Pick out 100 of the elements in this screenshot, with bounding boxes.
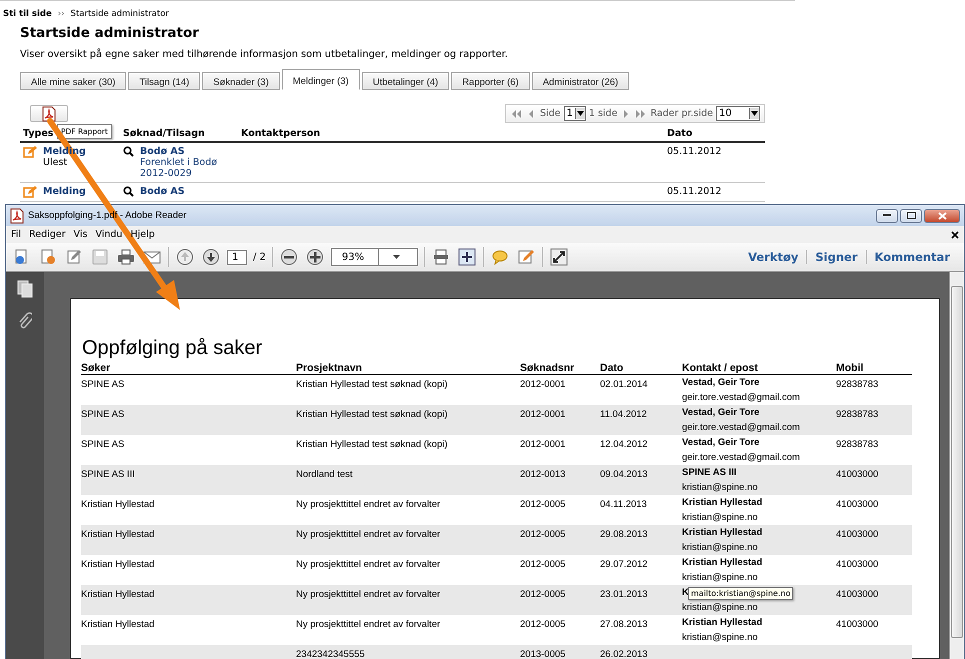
email-link[interactable]: kristian@spine.no	[682, 572, 836, 583]
project-cell-text: Ny prosjekttittel endret av forvalter	[296, 558, 442, 572]
date-cell-text: 11.04.2012	[600, 408, 648, 422]
applicant-cell-text: Kristian Hyllestad	[81, 618, 156, 632]
document-title: Oppfølging på saker	[82, 337, 264, 360]
tab[interactable]: Tilsagn (14)	[128, 72, 200, 90]
menu-item[interactable]: Rediger	[29, 229, 66, 240]
toolbar-action[interactable]: Kommentar	[866, 250, 958, 264]
applicant-cell-text: SPINE AS	[81, 438, 126, 452]
mobile-cell-text: 92838783	[836, 438, 880, 452]
date-cell-text: 02.01.2014	[600, 378, 649, 392]
page-count: 1 side	[588, 108, 618, 119]
zoom-select[interactable]: 93%	[330, 248, 418, 266]
mobile-cell-text: 41003000	[836, 468, 880, 482]
page-number-field[interactable]: 1	[227, 250, 247, 264]
page-label: Side	[540, 108, 561, 119]
project-cell-text: Ny prosjekttittel endret av forvalter	[296, 588, 442, 602]
column-header: Kontaktperson	[238, 127, 664, 142]
mobile-cell-text: 41003000	[836, 528, 880, 542]
page-description: Viser oversikt på egne saker med tilhørende informasjon som utbetalinger, meldinger og rapporter.	[20, 49, 509, 61]
contact-name: Kristian Hyllestad	[682, 617, 762, 628]
case-number-cell-text: 2012-0005	[520, 558, 566, 572]
date-cell-text: 04.11.2013	[600, 498, 648, 512]
case-number-cell-text: 2012-0001	[520, 378, 566, 392]
project-cell-text: Ny prosjekttittel endret av forvalter	[296, 498, 442, 512]
email-link[interactable]: geir.tore.vestad@gmail.com	[682, 452, 836, 463]
case-number-cell-text: 2012-0005	[520, 588, 566, 602]
toolbar-action[interactable]: Verktøy	[740, 250, 806, 264]
contact-name: SPINE AS III	[682, 467, 737, 478]
contact-name: Kristian Hyllestad	[682, 497, 762, 508]
project-cell-text: Nordland test	[296, 468, 354, 482]
applicant-link[interactable]: Bodø AS	[140, 186, 185, 197]
tab[interactable]: Søknader (3)	[202, 72, 280, 90]
contact-name: Vestad, Geir Tore	[682, 437, 760, 448]
contact-name: Vestad, Geir Tore	[682, 377, 760, 388]
menu-item[interactable]: Vis	[74, 229, 88, 240]
breadcrumb-separator: ››	[58, 9, 65, 19]
column-header: Dato	[600, 362, 624, 374]
column-header: Dato	[664, 127, 765, 142]
contact-name: K	[682, 587, 689, 598]
email-link[interactable]: geir.tore.vestad@gmail.com	[682, 422, 836, 433]
mobile-cell-text: 92838783	[836, 378, 880, 392]
case-number-cell-text: 2012-0005	[520, 618, 566, 632]
date-cell: 05.11.2012	[664, 142, 765, 182]
case-number-cell-text: 2012-0001	[520, 408, 566, 422]
email-link[interactable]: kristian@spine.no	[682, 542, 836, 553]
rows-per-page-label: Rader pr.side	[650, 108, 713, 119]
mobile-cell-text: 41003000	[836, 558, 880, 572]
applicant-link[interactable]: Bodø AS	[140, 146, 218, 157]
applicant-cell-text: SPINE AS III	[81, 468, 136, 482]
column-header: Prosjektnavn	[296, 362, 363, 374]
menu-item[interactable]: Vindu	[95, 229, 122, 240]
column-header: Mobil	[836, 362, 864, 374]
applicant-cell-text: Kristian Hyllestad	[81, 558, 156, 572]
date-cell-text: 29.07.2012	[600, 558, 649, 572]
date-cell-text: 23.01.2013	[600, 588, 649, 602]
case-number-cell-text: 2012-0005	[520, 528, 566, 542]
mobile-cell-text: 41003000	[836, 498, 880, 512]
case-number-cell-text: 2012-0013	[520, 468, 566, 482]
date-cell-text: 09.04.2013	[600, 468, 649, 482]
tooltip: mailto:kristian@spine.no	[688, 587, 794, 600]
rows-per-page-select[interactable]: 10	[716, 106, 760, 121]
email-link[interactable]: kristian@spine.no	[682, 632, 836, 643]
date-cell-text: 12.04.2012	[600, 438, 649, 452]
tab[interactable]: Alle mine saker (30)	[20, 72, 126, 90]
project-name: Forenklet i Bodø	[140, 157, 218, 168]
email-link[interactable]: kristian@spine.no	[682, 482, 836, 493]
message-type-link[interactable]: Melding	[43, 186, 86, 197]
project-cell-text: Kristian Hyllestad test søknad (kopi)	[296, 408, 449, 422]
tab[interactable]: Administrator (26)	[532, 72, 630, 90]
case-number: 2012-0029	[140, 168, 193, 179]
case-number-cell-text: 2012-0001	[520, 438, 566, 452]
page-total: / 2	[253, 252, 266, 262]
contact-name: Vestad, Geir Tore	[682, 407, 760, 418]
breadcrumb-current: Startside administrator	[70, 9, 169, 19]
breadcrumb-link[interactable]: Sti til side	[3, 9, 52, 19]
column-header: Søknad/Tilsagn	[120, 127, 238, 142]
column-header: Søker	[81, 362, 112, 374]
project-cell-text: 2342342345555	[296, 648, 366, 659]
tab[interactable]: Meldinger (3)	[282, 69, 360, 90]
contact-name: Kristian Hyllestad	[682, 527, 762, 538]
contact-name: Kristian Hyllestad	[682, 557, 762, 568]
tab[interactable]: Utbetalinger (4)	[362, 72, 450, 90]
email-link[interactable]: geir.tore.vestad@gmail.com	[682, 392, 836, 403]
tab[interactable]: Rapporter (6)	[451, 72, 530, 90]
menu-item[interactable]: Hjelp	[130, 229, 155, 240]
toolbar-action[interactable]: Signer	[806, 250, 866, 264]
applicant-cell-text: Kristian Hyllestad	[81, 588, 156, 602]
column-header: Kontakt / epost	[682, 362, 759, 374]
date-cell-text: 29.08.2013	[600, 528, 649, 542]
applicant-cell-text: SPINE AS	[81, 378, 126, 392]
email-link[interactable]: kristian@spine.no	[682, 602, 836, 613]
date-cell: 05.11.2012	[664, 182, 765, 202]
project-cell-text: Kristian Hyllestad test søknad (kopi)	[296, 438, 449, 452]
case-number-cell-text: 2013-0005	[520, 648, 566, 659]
page-select[interactable]: 1	[564, 106, 586, 121]
mobile-cell-text: 41003000	[836, 588, 880, 602]
column-header: Søknadsnr	[520, 362, 576, 374]
email-link[interactable]: kristian@spine.no	[682, 512, 836, 523]
menu-item[interactable]: Fil	[11, 229, 22, 240]
